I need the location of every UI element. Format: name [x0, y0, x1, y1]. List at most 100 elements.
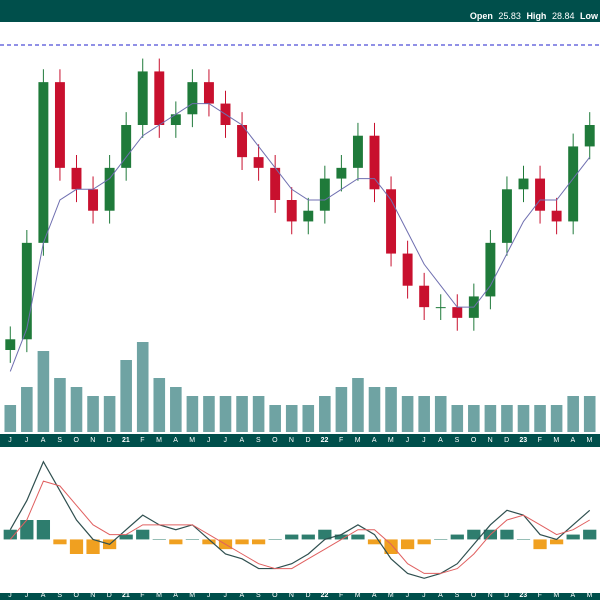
histogram-bar [549, 539, 564, 545]
x-tick-label: A [372, 592, 377, 599]
histogram-bar [417, 539, 431, 545]
x-tick-label: N [289, 437, 294, 444]
x-tick-label: S [256, 592, 261, 599]
volume-bar [517, 405, 530, 432]
x-tick-label: O [272, 437, 278, 444]
x-tick-label: J [25, 592, 29, 599]
histogram-bar [500, 529, 514, 540]
histogram-bar [169, 539, 183, 545]
volume-bar [451, 405, 464, 432]
price-candle [38, 69, 49, 256]
volume-bar [269, 405, 281, 432]
x-tick-label: D [504, 437, 509, 444]
x-tick-label: J [406, 592, 410, 599]
x-tick-label: M [587, 437, 593, 444]
x-tick-label: F [339, 437, 343, 444]
x-tick-label: J [207, 437, 211, 444]
x-tick-label: N [488, 437, 493, 444]
x-tick-label: A [41, 592, 46, 599]
x-tick-label: A [173, 592, 178, 599]
histogram-bar [566, 534, 580, 540]
x-tick-label: J [25, 437, 29, 444]
x-tick-label: D [107, 592, 112, 599]
histogram-bar [152, 539, 166, 540]
volume-bar [21, 387, 33, 432]
x-tick-label: O [73, 437, 79, 444]
volume-bar [120, 360, 132, 432]
x-tick-label: S [57, 592, 62, 599]
price-candle [54, 69, 65, 181]
x-tick-label: D [305, 437, 310, 444]
x-tick-label: J [406, 437, 410, 444]
x-tick-label: M [156, 592, 162, 599]
volume-bar [252, 396, 265, 432]
histogram-bar [450, 534, 464, 540]
x-tick-label: A [438, 592, 443, 599]
histogram-bar [583, 529, 597, 540]
x-tick-label: M [189, 437, 195, 444]
x-tick-label: N [488, 592, 493, 599]
indicator-x-axis: J J A S O N D 21 F M A M J J A S O N D 22 F M A M J J A S O N D 23 F M A M [8, 592, 592, 599]
histogram-bar [251, 539, 266, 545]
histogram-bar [351, 534, 365, 540]
x-tick-label: 21 [122, 592, 130, 599]
x-tick-label: J [422, 437, 426, 444]
volume-bar [236, 396, 248, 432]
x-tick-label: M [355, 592, 361, 599]
volume-bar [4, 405, 17, 432]
histogram-bar [86, 539, 100, 554]
price-x-axis: J J A S O N D 21 F M A M J J A S O N D 22 F M A M J J A S O N D 23 F M A M [8, 437, 592, 444]
x-tick-label: D [504, 592, 509, 599]
x-tick-label: A [239, 592, 244, 599]
volume-bar [401, 396, 414, 432]
x-tick-label: 23 [519, 592, 527, 599]
volume-bar [534, 405, 546, 432]
indicator-panel [0, 447, 600, 593]
volume-bar [484, 405, 497, 432]
histogram-bar [53, 539, 67, 545]
volume-bar [203, 396, 215, 432]
x-tick-label: J [8, 592, 12, 599]
x-tick-label: F [140, 592, 144, 599]
x-tick-label: M [553, 592, 559, 599]
volume-bar [352, 378, 364, 432]
x-tick-label: O [471, 437, 477, 444]
x-tick-label: M [553, 437, 559, 444]
x-tick-label: 21 [122, 437, 130, 444]
volume-bar [434, 396, 447, 432]
x-tick-label: J [8, 437, 12, 444]
volume-bar [186, 396, 199, 432]
histogram-bar [235, 539, 249, 545]
x-tick-label: F [538, 592, 542, 599]
volume-bar [501, 405, 513, 432]
x-tick-label: N [90, 437, 95, 444]
volume-bar [368, 387, 381, 432]
volume-bar [70, 387, 83, 432]
x-tick-label: S [57, 437, 62, 444]
x-tick-label: M [156, 437, 162, 444]
x-tick-label: S [455, 437, 460, 444]
histogram-bar [434, 539, 448, 540]
price-candle [568, 133, 579, 235]
volume-bar [170, 387, 182, 432]
x-tick-label: A [41, 437, 46, 444]
x-tick-label: J [422, 592, 426, 599]
x-tick-label: A [372, 437, 377, 444]
histogram-bar [20, 520, 34, 540]
x-tick-label: O [73, 592, 79, 599]
volume-bar [567, 396, 579, 432]
x-tick-label: M [189, 592, 195, 599]
price-candle [386, 176, 397, 267]
x-tick-label: A [571, 437, 576, 444]
volume-bar [385, 387, 397, 432]
volume-bar [219, 396, 232, 432]
x-tick-label: N [289, 592, 294, 599]
volume-bar [285, 405, 298, 432]
histogram-bar [400, 539, 415, 550]
x-tick-label: J [223, 592, 227, 599]
x-tick-label: J [223, 437, 227, 444]
histogram-bar [285, 534, 299, 540]
histogram-bar [69, 539, 84, 554]
volume-bar [37, 351, 50, 432]
x-tick-label: S [256, 437, 261, 444]
